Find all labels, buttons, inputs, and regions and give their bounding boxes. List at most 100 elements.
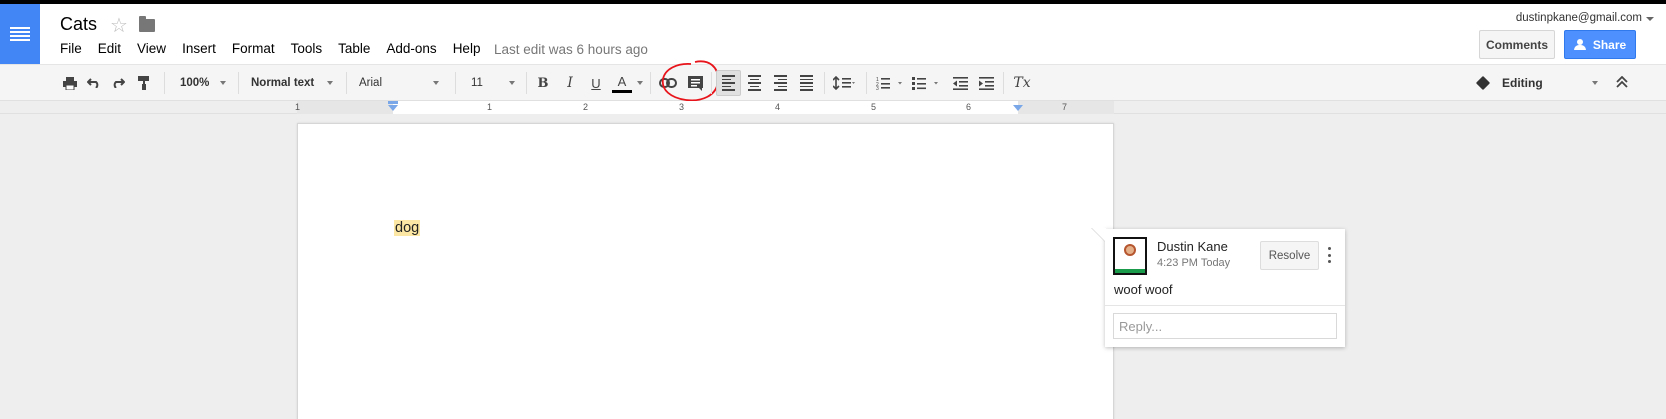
ruler-label: 7 (1062, 102, 1068, 112)
paint-format-icon[interactable] (134, 65, 154, 101)
font-size-select[interactable]: 11 (461, 65, 521, 101)
menu-view[interactable]: View (137, 41, 166, 56)
pencil-icon (1475, 75, 1491, 91)
avatar-status-bar (1115, 269, 1145, 273)
separator (455, 72, 456, 94)
account-caret-icon[interactable] (1646, 17, 1654, 21)
menu-bar: File Edit View Insert Format Tools Table… (60, 41, 496, 56)
star-icon[interactable]: ☆ (110, 13, 128, 38)
collapse-icon[interactable] (1614, 73, 1630, 93)
menu-insert[interactable]: Insert (182, 41, 216, 56)
first-line-indent-marker[interactable] (388, 101, 398, 104)
align-left-icon[interactable] (716, 70, 741, 96)
reply-input[interactable] (1113, 313, 1337, 339)
comment-card[interactable]: Dustin Kane 4:23 PM Today Resolve woof w… (1105, 229, 1345, 347)
header: Cats ☆ File Edit View Insert Format Tool… (0, 4, 1666, 64)
ruler-label: 3 (679, 102, 685, 112)
share-button[interactable]: Share (1564, 30, 1636, 59)
print-icon[interactable] (60, 65, 80, 101)
ruler-label: 1 (295, 102, 301, 112)
font-value: Arial (359, 77, 383, 89)
ruler-page-area (297, 101, 1114, 114)
chevron-down-icon (327, 81, 333, 85)
separator (164, 72, 165, 94)
ruler-label: 2 (583, 102, 589, 112)
chevron-down-icon (220, 81, 226, 85)
comments-button[interactable]: Comments (1479, 30, 1555, 59)
italic-button[interactable]: I (560, 65, 580, 101)
folder-icon[interactable] (139, 16, 155, 32)
chevron-down-icon (433, 81, 439, 85)
separator (1003, 72, 1004, 94)
separator (346, 72, 347, 94)
menu-edit[interactable]: Edit (98, 41, 121, 56)
justify-icon[interactable] (794, 65, 818, 101)
red-circle-annotation (661, 60, 719, 102)
menu-file[interactable]: File (60, 41, 82, 56)
avatar (1113, 237, 1147, 275)
text-color-bar (612, 89, 632, 93)
increase-indent-icon[interactable] (975, 65, 997, 101)
text-color-button[interactable]: A (610, 65, 634, 101)
ruler-label: 5 (871, 102, 877, 112)
undo-icon[interactable] (84, 65, 104, 101)
style-select[interactable]: Normal text (241, 65, 339, 101)
bulleted-list-icon[interactable] (910, 65, 942, 101)
line-spacing-icon[interactable] (830, 65, 858, 101)
clear-formatting-icon[interactable]: Tx (1010, 65, 1034, 101)
account-email[interactable]: dustinpkane@gmail.com (1516, 12, 1642, 24)
separator (711, 72, 712, 94)
avatar-face (1124, 244, 1136, 256)
menu-table[interactable]: Table (338, 41, 370, 56)
text-color-caret[interactable] (636, 65, 644, 101)
separator (526, 72, 527, 94)
right-indent-marker[interactable] (1013, 105, 1023, 111)
ruler-label: 6 (966, 102, 972, 112)
document-page[interactable]: dog (297, 123, 1114, 419)
redo-icon[interactable] (108, 65, 128, 101)
align-right-icon[interactable] (768, 65, 792, 101)
separator (824, 72, 825, 94)
left-indent-marker[interactable] (388, 105, 398, 111)
ruler-left-margin[interactable] (297, 101, 393, 114)
zoom-select[interactable]: 100% (170, 65, 232, 101)
menu-tools[interactable]: Tools (291, 41, 323, 56)
font-size-value: 11 (471, 77, 483, 89)
separator (866, 72, 867, 94)
zoom-value: 100% (180, 77, 210, 89)
separator (650, 72, 651, 94)
ruler: 1 1 2 3 4 5 6 7 (0, 101, 1666, 114)
divider (1105, 305, 1345, 306)
ruler-label: 1 (487, 102, 493, 112)
menu-help[interactable]: Help (453, 41, 481, 56)
separator (238, 72, 239, 94)
ruler-label: 4 (775, 102, 781, 112)
align-center-icon[interactable] (742, 65, 766, 101)
svg-text:3: 3 (876, 86, 879, 90)
underline-button[interactable]: U (586, 65, 606, 101)
toolbar: 100% Normal text Arial 11 B I U A 1 2 3 … (0, 60, 1666, 102)
bold-button[interactable]: B (533, 65, 553, 101)
resolve-button[interactable]: Resolve (1260, 241, 1319, 270)
decrease-indent-icon[interactable] (949, 65, 971, 101)
document-title[interactable]: Cats (60, 14, 97, 35)
person-icon (1573, 39, 1587, 50)
numbered-list-icon[interactable]: 123 (874, 65, 906, 101)
font-select[interactable]: Arial (349, 65, 445, 101)
last-edit-status[interactable]: Last edit was 6 hours ago (494, 42, 648, 57)
text-color-glyph: A (617, 73, 627, 89)
chevron-down-icon (509, 81, 515, 85)
chevron-down-icon (1592, 81, 1598, 85)
chevron-down-icon (637, 81, 643, 85)
docs-home-icon[interactable] (0, 4, 40, 64)
editing-mode-select[interactable]: Editing (1475, 65, 1598, 101)
style-value: Normal text (251, 77, 315, 89)
more-options-icon[interactable] (1327, 247, 1331, 263)
comment-author: Dustin Kane (1157, 239, 1228, 254)
editing-mode-label: Editing (1502, 76, 1543, 90)
document-text[interactable]: dog (394, 220, 421, 236)
menu-addons[interactable]: Add-ons (386, 41, 436, 56)
menu-format[interactable]: Format (232, 41, 275, 56)
comment-body: woof woof (1114, 282, 1173, 297)
share-label: Share (1592, 37, 1627, 52)
